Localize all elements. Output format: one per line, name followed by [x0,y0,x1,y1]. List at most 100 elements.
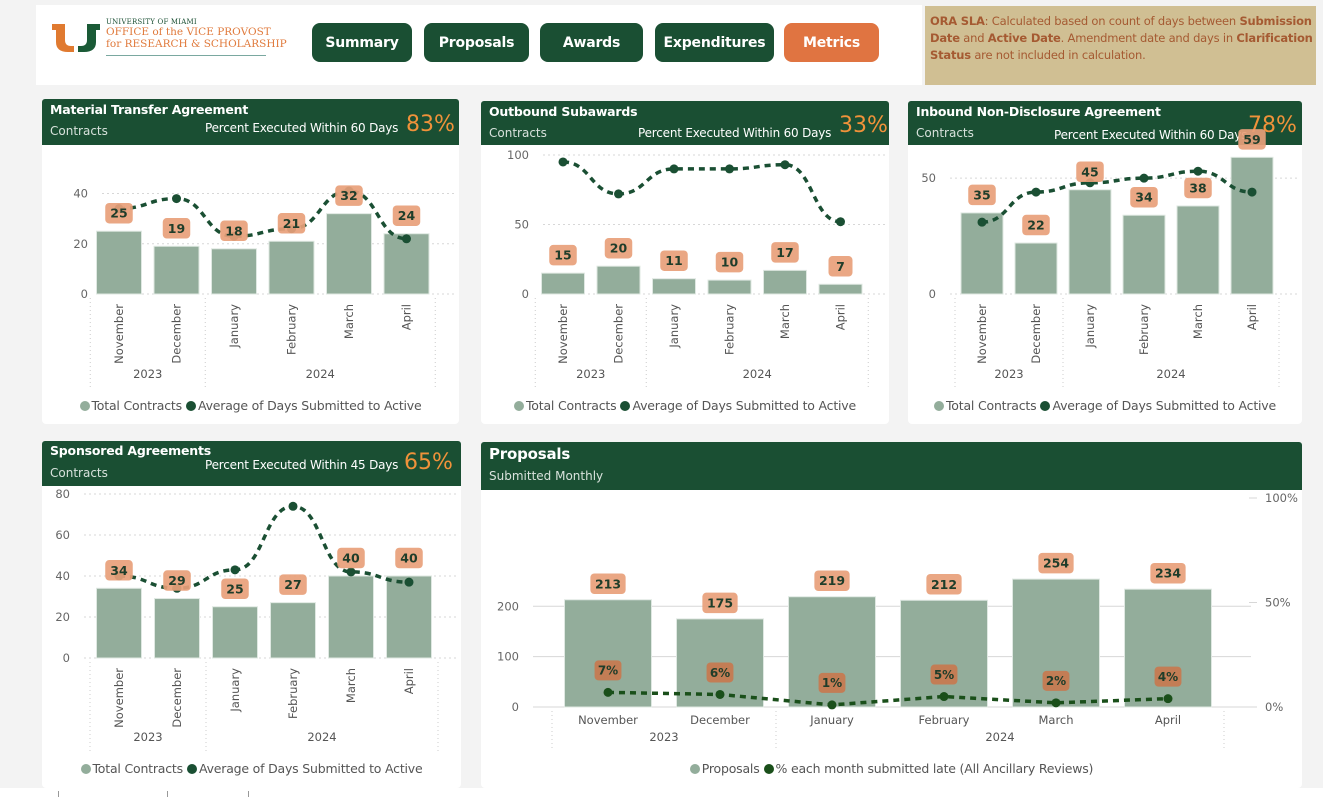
x-tick-label: November [112,668,126,728]
bar [1122,214,1166,295]
year-label: 2023 [133,730,162,744]
bar-data-label: 15 [554,248,571,263]
legend-item-bars: Total Contracts [514,398,617,413]
x-tick-label: January [227,304,241,349]
legend-item-line: Average of Days Submitted to Active [186,761,423,776]
legend-line-label: Average of Days Submitted to Active [198,761,423,776]
line-point [288,501,298,511]
bar [96,230,142,295]
y-tick-label: 0 [512,700,519,714]
logo-office: OFFICE of the VICE PROVOST [106,26,271,38]
line-data-label: 4% [1158,670,1178,684]
page-tab-divider [58,791,59,797]
bar [154,598,200,659]
line-point [780,160,790,170]
legend-line-swatch [185,401,196,411]
year-label: 2023 [994,367,1023,381]
bar-data-label: 35 [973,187,990,202]
bar-data-label: 212 [931,577,957,592]
bar-data-label: 219 [819,573,845,588]
outbound-chart: 0 50 100 15 20 11 10 17 7 November December January… [507,148,887,388]
line-point [1051,698,1061,708]
bar-data-label: 24 [398,208,416,223]
sla-note-fragment: and [959,31,988,45]
x-tick-label: December [690,713,750,727]
bar [326,213,372,295]
y-tick-label: 20 [55,610,70,624]
year-label: 2024 [1156,367,1185,381]
nav-summary-button[interactable]: Summary [312,23,412,62]
nav-expenditures-button[interactable]: Expenditures [655,23,774,62]
u-logo-icon [52,24,100,52]
x-tick-label: February [919,713,970,727]
x-tick-label: April [834,304,848,330]
bar [652,278,696,295]
line-data-label: 2% [1046,674,1066,688]
bar [96,587,142,659]
bar-data-label: 27 [284,577,301,592]
nav-metrics-button[interactable]: Metrics [784,23,879,62]
bar [707,279,752,295]
legend-item-bars: Total Contracts [80,761,183,776]
chart-legend: Total Contracts Average of Days Submitted… [481,398,889,413]
legend-bar-swatch [80,764,91,774]
x-tick-label: February [285,304,299,355]
legend-item-line: % each month submitted late (All Ancilla… [763,761,1093,776]
legend-item-bars: Total Contracts [934,398,1037,413]
sla-note-fragment: . Amendment date and days in [1060,31,1237,45]
bar-data-label: 40 [400,551,418,566]
x-tick-label: December [1029,304,1043,364]
inbound-nda-card: Inbound Non-Disclosure Agreement Contrac… [908,101,1302,424]
bar [900,599,988,708]
year-label: 2024 [306,367,335,381]
y2-tick-label: 50% [1265,596,1291,610]
legend-bar-label: Total Contracts [526,398,617,413]
x-tick-label: March [1191,304,1205,339]
x-tick-label: February [723,304,737,355]
y-tick-label: 100 [507,148,529,162]
bar [386,575,432,659]
y-tick-label: 0 [929,287,936,301]
x-tick-label: December [170,304,184,364]
x-tick-label: January [228,668,242,713]
line-point [1193,166,1203,176]
x-tick-label: February [286,668,300,719]
bar-data-label: 25 [226,581,243,596]
line-point [230,565,240,575]
bar-data-label: 19 [168,221,185,236]
legend-item-bars: Proposals [689,761,760,776]
legend-line-swatch [763,764,774,774]
logo-research: for RESEARCH & SCHOLARSHIP [106,38,287,50]
x-tick-label: March [1038,713,1073,727]
logo-underline [106,55,266,56]
y-tick-label: 0 [81,287,88,301]
legend-bar-swatch [514,401,524,411]
legend-bar-label: Proposals [701,761,760,776]
line-point [725,164,734,174]
year-label: 2024 [743,367,772,381]
x-tick-label: January [1083,304,1097,349]
y-tick-label: 20 [73,237,88,251]
sponsored-card: Sponsored Agreements Contracts Percent E… [42,441,461,788]
nav-proposals-button[interactable]: Proposals [424,23,529,62]
x-tick-label: November [556,304,570,364]
bar-data-label: 18 [225,223,242,238]
nav-awards-button[interactable]: Awards [540,23,643,62]
year-label: 2024 [985,730,1014,744]
legend-line-label: Average of Days Submitted to Active [632,398,856,413]
bar [763,269,807,295]
bar-data-label: 25 [110,206,127,221]
x-tick-label: January [667,304,681,349]
line-point [172,194,181,204]
bar [541,272,585,295]
bar [1230,156,1274,295]
page-tab-divider [248,791,249,797]
mta-chart: 0 20 40 25 19 18 21 32 24 November December January… [73,185,457,388]
y-tick-label: 40 [55,569,70,583]
series-line [562,160,841,224]
bar [596,265,641,295]
x-tick-label: April [1155,713,1181,727]
bar [211,248,257,295]
bar-data-label: 22 [1027,218,1044,233]
line-point [1031,187,1041,197]
